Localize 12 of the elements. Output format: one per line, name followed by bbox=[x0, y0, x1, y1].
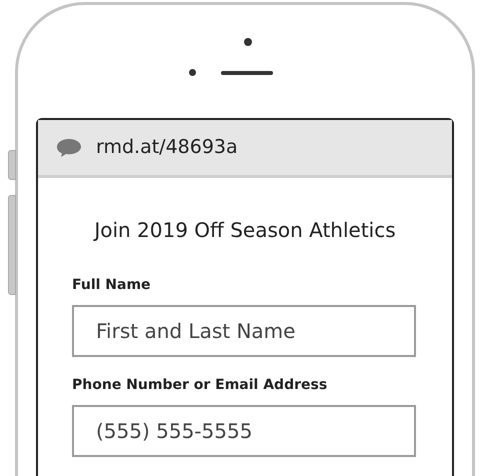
camera-icon bbox=[244, 38, 252, 46]
input-field[interactable]: (555) 555-5555 bbox=[72, 405, 416, 457]
input-field[interactable]: First and Last Name bbox=[72, 305, 416, 357]
speech-bubble-icon bbox=[56, 138, 82, 158]
url-text[interactable]: rmd.at/48693a bbox=[96, 133, 238, 162]
sensor-icon bbox=[189, 69, 196, 76]
side-button[interactable] bbox=[8, 150, 16, 180]
field-label: Phone Number or Email Address bbox=[72, 376, 328, 395]
field-label: Full Name bbox=[72, 276, 152, 295]
side-button[interactable] bbox=[8, 195, 16, 295]
form-title: Join 2019 Off Season Athletics bbox=[92, 217, 397, 244]
speaker-icon bbox=[221, 71, 273, 75]
